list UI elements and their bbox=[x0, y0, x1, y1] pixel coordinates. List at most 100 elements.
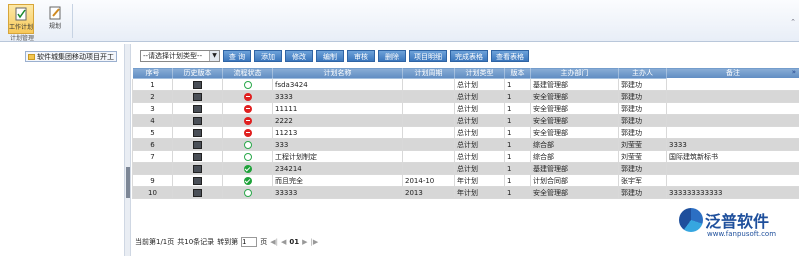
cell-status[interactable] bbox=[222, 138, 273, 151]
table-row[interactable]: 6 333 总计划 1 综合部 刘莹莹 3333 bbox=[132, 138, 799, 151]
table-row[interactable]: 1 fsda3424 总计划 1 基建管理部 郭建功 bbox=[132, 78, 799, 91]
edit-doc-icon bbox=[48, 6, 62, 20]
expand-icon[interactable]: » bbox=[792, 68, 796, 76]
cell-name: 11111 bbox=[272, 102, 403, 115]
view-table-button[interactable]: 查看表格 bbox=[491, 50, 529, 62]
plan-type-select[interactable]: --请选择计划类型-- ▼ bbox=[140, 50, 220, 62]
in-progress-status-icon[interactable] bbox=[243, 140, 252, 149]
history-doc-icon[interactable] bbox=[193, 176, 202, 185]
page-suffix: 页 bbox=[260, 238, 268, 246]
done-status-icon[interactable] bbox=[243, 176, 252, 185]
cell-no bbox=[132, 162, 173, 175]
col-type[interactable]: 计划类型 bbox=[454, 67, 505, 79]
finish-table-button[interactable]: 完成表格 bbox=[450, 50, 488, 62]
cell-status[interactable] bbox=[222, 126, 273, 139]
logo-url: www.fanpusoft.com bbox=[707, 230, 777, 238]
goto-label: 转到第 bbox=[217, 238, 239, 246]
compile-button[interactable]: 编制 bbox=[316, 50, 344, 62]
cell-status[interactable] bbox=[222, 162, 273, 175]
cell-note bbox=[666, 162, 799, 175]
col-history[interactable]: 历史版本 bbox=[172, 67, 223, 79]
cell-history[interactable] bbox=[172, 126, 223, 139]
table-row[interactable]: 5 11213 总计划 1 安全管理部 郭建功 bbox=[132, 126, 799, 139]
history-doc-icon[interactable] bbox=[193, 152, 202, 161]
col-name[interactable]: 计划名称 bbox=[272, 67, 403, 79]
chevron-down-icon[interactable]: ▼ bbox=[209, 51, 219, 61]
history-doc-icon[interactable] bbox=[193, 128, 202, 137]
table-row[interactable]: 9 而且完全 2014-10 年计划 1 计划合同部 张宇军 bbox=[132, 174, 799, 187]
cell-history[interactable] bbox=[172, 114, 223, 127]
in-progress-status-icon[interactable] bbox=[243, 80, 252, 89]
splitter-handle[interactable] bbox=[126, 167, 130, 198]
col-no[interactable]: 序号 bbox=[132, 67, 173, 79]
history-doc-icon[interactable] bbox=[193, 92, 202, 101]
cell-period bbox=[402, 102, 455, 115]
stop-status-icon[interactable] bbox=[243, 128, 252, 137]
col-dept[interactable]: 主办部门 bbox=[530, 67, 619, 79]
delete-button[interactable]: 删除 bbox=[378, 50, 406, 62]
plan-type-select-value: --请选择计划类型-- bbox=[143, 52, 203, 60]
stop-status-icon[interactable] bbox=[243, 104, 252, 113]
logo-mark-icon bbox=[679, 208, 703, 232]
table-row[interactable]: 3 11111 总计划 1 安全管理部 郭建功 bbox=[132, 102, 799, 115]
cell-version: 1 bbox=[504, 126, 531, 139]
table-row[interactable]: 234214 总计划 1 基建管理部 郭建功 bbox=[132, 162, 799, 175]
history-doc-icon[interactable] bbox=[193, 80, 202, 89]
prev-page-icon[interactable]: ◀ bbox=[281, 238, 286, 246]
work-plan-button[interactable]: 工作计划 bbox=[8, 4, 34, 34]
history-doc-icon[interactable] bbox=[193, 164, 202, 173]
done-status-icon[interactable] bbox=[243, 164, 252, 173]
cell-history[interactable] bbox=[172, 150, 223, 163]
cell-history[interactable] bbox=[172, 138, 223, 151]
plan-button[interactable]: 规划 bbox=[42, 4, 68, 34]
cell-history[interactable] bbox=[172, 162, 223, 175]
cell-type: 总计划 bbox=[454, 90, 505, 103]
history-doc-icon[interactable] bbox=[193, 116, 202, 125]
cell-status[interactable] bbox=[222, 174, 273, 187]
cell-status[interactable] bbox=[222, 102, 273, 115]
last-page-icon[interactable]: |▶ bbox=[310, 238, 318, 246]
table-row[interactable]: 4 2222 总计划 1 安全管理部 郭建功 bbox=[132, 114, 799, 127]
collapse-icon[interactable]: ⌃ bbox=[790, 18, 796, 26]
cell-status[interactable] bbox=[222, 78, 273, 91]
history-doc-icon[interactable] bbox=[193, 104, 202, 113]
review-button[interactable]: 审核 bbox=[347, 50, 375, 62]
first-page-icon[interactable]: ◀| bbox=[270, 238, 278, 246]
cell-status[interactable] bbox=[222, 150, 273, 163]
edit-button[interactable]: 修改 bbox=[285, 50, 313, 62]
goto-page-input[interactable] bbox=[241, 237, 258, 247]
col-status[interactable]: 流程状态 bbox=[222, 67, 273, 79]
table-row[interactable]: 10 33333 2013 年计划 1 安全管理部 郭建功 333333333333 bbox=[132, 186, 799, 199]
stop-status-icon[interactable] bbox=[243, 116, 252, 125]
cell-name: 234214 bbox=[272, 162, 403, 175]
tree-item-project[interactable]: 软件城集团移动项目开工 bbox=[25, 51, 117, 62]
in-progress-status-icon[interactable] bbox=[243, 188, 252, 197]
history-doc-icon[interactable] bbox=[193, 140, 202, 149]
item-detail-button[interactable]: 项目明细 bbox=[409, 50, 447, 62]
cell-history[interactable] bbox=[172, 186, 223, 199]
cell-status[interactable] bbox=[222, 186, 273, 199]
cell-history[interactable] bbox=[172, 90, 223, 103]
cell-history[interactable] bbox=[172, 174, 223, 187]
col-version[interactable]: 版本 bbox=[504, 67, 531, 79]
stop-status-icon[interactable] bbox=[243, 92, 252, 101]
cell-type: 年计划 bbox=[454, 174, 505, 187]
cell-status[interactable] bbox=[222, 114, 273, 127]
cell-period: 2014-10 bbox=[402, 174, 455, 187]
query-button[interactable]: 查 询 bbox=[223, 50, 251, 62]
next-page-icon[interactable]: ▶ bbox=[302, 238, 307, 246]
col-owner[interactable]: 主办人 bbox=[618, 67, 667, 79]
cell-history[interactable] bbox=[172, 102, 223, 115]
table-row[interactable]: 2 3333 总计划 1 安全管理部 郭建功 bbox=[132, 90, 799, 103]
col-period[interactable]: 计划周期 bbox=[402, 67, 455, 79]
table-row[interactable]: 7 工程计划制定 总计划 1 综合部 刘莹莹 国际建筑新标书 bbox=[132, 150, 799, 163]
cell-dept: 安全管理部 bbox=[530, 114, 619, 127]
cell-history[interactable] bbox=[172, 78, 223, 91]
in-progress-status-icon[interactable] bbox=[243, 152, 252, 161]
col-note[interactable]: 备注 » bbox=[666, 67, 799, 79]
splitter[interactable] bbox=[124, 44, 131, 256]
add-button[interactable]: 添加 bbox=[254, 50, 282, 62]
cell-status[interactable] bbox=[222, 90, 273, 103]
history-doc-icon[interactable] bbox=[193, 188, 202, 197]
cell-name: 工程计划制定 bbox=[272, 150, 403, 163]
